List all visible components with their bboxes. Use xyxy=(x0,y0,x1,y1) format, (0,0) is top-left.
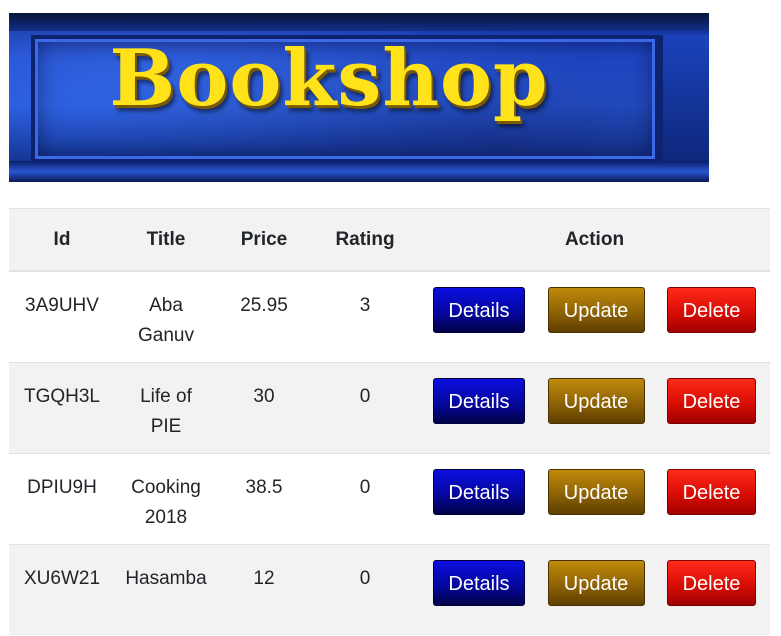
details-button[interactable]: Details xyxy=(433,377,525,424)
cell-rating: 0 xyxy=(311,361,419,453)
cell-rating: 3 xyxy=(311,270,419,362)
header-title: Title xyxy=(115,208,217,272)
bookshop-banner: Bookshop xyxy=(9,13,709,182)
delete-button[interactable]: Delete xyxy=(667,377,756,424)
cell-rating: 0 xyxy=(311,543,419,635)
update-button[interactable]: Update xyxy=(547,377,645,424)
update-button[interactable]: Update xyxy=(547,287,645,333)
header-action: Action xyxy=(419,208,770,272)
cell-id: XU6W21 xyxy=(9,543,115,635)
table-row: XU6W21 Hasamba 12 0 Details Update Delet… xyxy=(9,543,770,635)
table-row: 3A9UHV Aba Ganuv 25.95 3 Details Update … xyxy=(9,270,770,362)
details-button[interactable]: Details xyxy=(433,559,525,606)
update-button[interactable]: Update xyxy=(547,559,645,606)
banner-title: Bookshop xyxy=(109,33,549,124)
banner-frame-top xyxy=(9,13,709,31)
action-group: Details Update Delete xyxy=(427,468,762,515)
cell-price: 12 xyxy=(217,543,311,635)
books-table: Id Title Price Rating Action 3A9UHV Aba … xyxy=(9,208,770,635)
banner-panel-right xyxy=(659,35,709,182)
update-button[interactable]: Update xyxy=(547,468,645,515)
cell-rating: 0 xyxy=(311,452,419,544)
cell-action: Details Update Delete xyxy=(419,361,770,453)
details-button[interactable]: Details xyxy=(433,287,525,333)
cell-action: Details Update Delete xyxy=(419,452,770,544)
table-row: DPIU9H Cooking 2018 38.5 0 Details Updat… xyxy=(9,452,770,544)
delete-button[interactable]: Delete xyxy=(667,559,756,606)
cell-title: Hasamba xyxy=(115,543,217,635)
action-group: Details Update Delete xyxy=(427,377,762,424)
table-header-row: Id Title Price Rating Action xyxy=(9,208,770,272)
cell-title: Aba Ganuv xyxy=(115,270,217,362)
cell-price: 25.95 xyxy=(217,270,311,362)
header-price: Price xyxy=(217,208,311,272)
delete-button[interactable]: Delete xyxy=(667,287,756,333)
header-rating: Rating xyxy=(311,208,419,272)
action-group: Details Update Delete xyxy=(427,559,762,606)
cell-id: TGQH3L xyxy=(9,361,115,453)
cell-id: DPIU9H xyxy=(9,452,115,544)
delete-button[interactable]: Delete xyxy=(667,468,756,515)
cell-price: 38.5 xyxy=(217,452,311,544)
header-id: Id xyxy=(9,208,115,272)
table-row: TGQH3L Life of PIE 30 0 Details Update D… xyxy=(9,361,770,453)
cell-title: Cooking 2018 xyxy=(115,452,217,544)
action-group: Details Update Delete xyxy=(427,287,762,333)
cell-action: Details Update Delete xyxy=(419,543,770,635)
cell-title: Life of PIE xyxy=(115,361,217,453)
details-button[interactable]: Details xyxy=(433,468,525,515)
banner-rail xyxy=(9,161,709,182)
cell-id: 3A9UHV xyxy=(9,270,115,362)
cell-action: Details Update Delete xyxy=(419,270,770,362)
cell-price: 30 xyxy=(217,361,311,453)
